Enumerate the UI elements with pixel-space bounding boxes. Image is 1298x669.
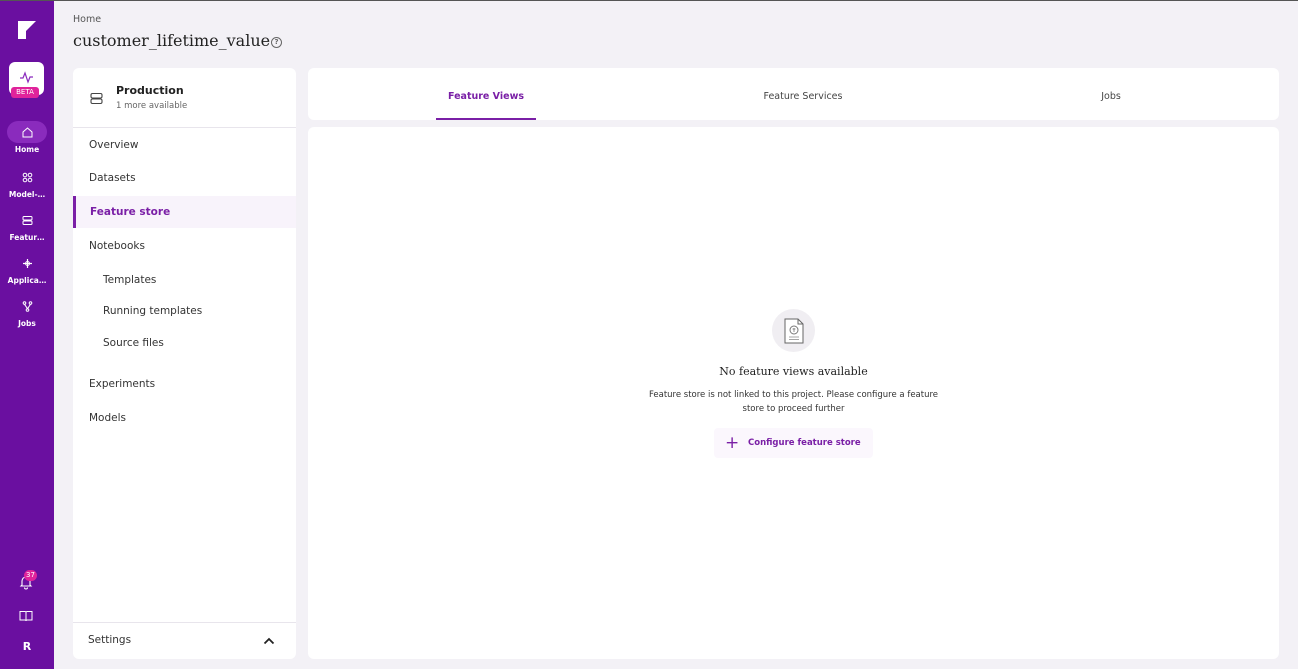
page-title: customer_lifetime_value [73, 31, 271, 50]
jobs-icon [7, 295, 47, 317]
tab-feature-views[interactable]: Feature Views [436, 68, 536, 120]
window-top-border [0, 0, 1298, 1]
rail-item-jobs[interactable]: Jobs [0, 295, 54, 328]
pulse-icon [20, 71, 33, 84]
environment-selector[interactable]: Production 1 more available [73, 68, 296, 128]
empty-state-description: Feature store is not linked to this proj… [648, 390, 939, 414]
empty-state-title: No feature views available [719, 365, 868, 378]
home-icon [7, 121, 47, 143]
feature-views-panel: No feature views available Feature store… [308, 127, 1279, 659]
sidebar-item-datasets[interactable]: Datasets [73, 162, 296, 194]
rail-item-label: Model-… [8, 190, 46, 199]
sidebar-item-experiments[interactable]: Experiments [73, 368, 296, 400]
rail-item-model-registry[interactable]: Model-… [0, 166, 54, 199]
plus-icon: + [725, 433, 740, 453]
left-rail: BETA Home Model-… Featur… Applica… Jobs … [0, 1, 54, 669]
rail-item-label: Home [14, 145, 40, 154]
user-avatar[interactable]: R [0, 640, 54, 653]
project-sidebar: Production 1 more available Overview Dat… [73, 68, 296, 659]
rail-item-label: Featur… [9, 233, 45, 242]
settings-section[interactable]: Settings [73, 622, 296, 659]
feature-store-tabs: Feature Views Feature Services Jobs [308, 68, 1279, 120]
settings-label: Settings [88, 634, 132, 646]
database-icon [90, 92, 103, 105]
configure-feature-store-button[interactable]: + Configure feature store [714, 428, 873, 458]
configure-feature-store-label: Configure feature store [748, 438, 861, 448]
sidebar-item-templates[interactable]: Templates [73, 264, 296, 296]
environment-name: Production [116, 84, 184, 97]
chevron-up-icon[interactable] [263, 635, 275, 647]
feature-store-icon [7, 209, 47, 231]
empty-document-icon [772, 309, 815, 352]
applications-icon [7, 252, 47, 274]
tab-jobs[interactable]: Jobs [1081, 68, 1141, 120]
model-registry-icon [7, 166, 47, 188]
sidebar-item-feature-store[interactable]: Feature store [73, 196, 296, 228]
sidebar-item-source-files[interactable]: Source files [73, 327, 296, 359]
rail-item-label: Applica… [7, 276, 47, 285]
rail-item-label: Jobs [18, 319, 36, 328]
sidebar-item-overview[interactable]: Overview [73, 129, 296, 161]
tab-feature-services[interactable]: Feature Services [738, 68, 868, 120]
sidebar-item-notebooks[interactable]: Notebooks [73, 230, 296, 262]
help-circle-icon[interactable]: ? [271, 37, 282, 48]
rail-item-applications[interactable]: Applica… [0, 252, 54, 285]
breadcrumb[interactable]: Home [73, 14, 101, 25]
documentation-book-icon[interactable] [19, 610, 33, 622]
rail-item-home[interactable]: Home [0, 121, 54, 154]
sidebar-item-models[interactable]: Models [73, 402, 296, 434]
beta-badge: BETA [11, 87, 39, 98]
brand-logo-icon[interactable] [16, 19, 38, 41]
sidebar-item-running-templates[interactable]: Running templates [73, 295, 296, 327]
environment-availability: 1 more available [116, 101, 188, 111]
rail-item-feature-store[interactable]: Featur… [0, 209, 54, 242]
notification-count-badge: 37 [24, 570, 37, 581]
